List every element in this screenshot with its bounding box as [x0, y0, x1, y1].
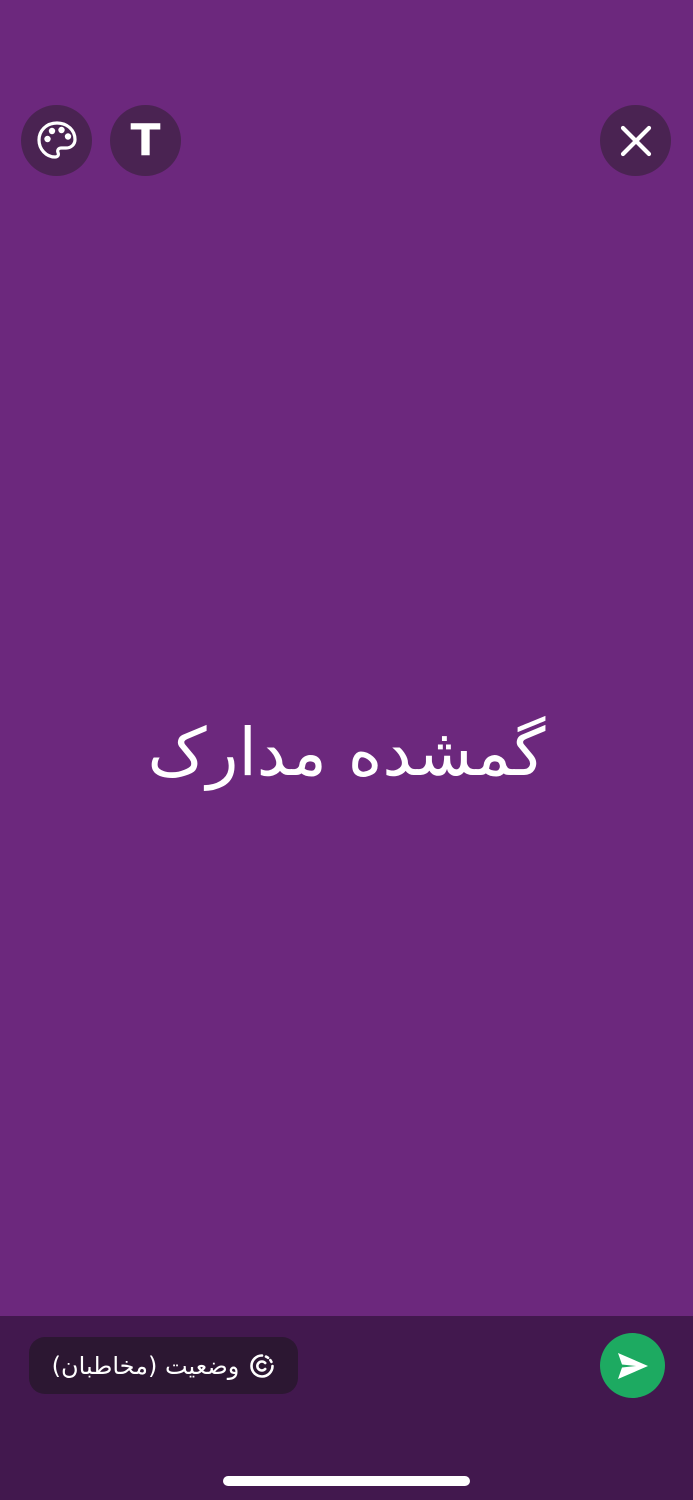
- send-icon: [616, 1351, 650, 1381]
- status-text[interactable]: گمشده مدارک: [0, 705, 693, 801]
- status-ring-icon: [249, 1353, 275, 1379]
- home-indicator[interactable]: [223, 1476, 470, 1486]
- palette-icon: [35, 119, 79, 163]
- text-style-label: T: [130, 114, 161, 166]
- close-icon: [619, 124, 653, 158]
- status-canvas[interactable]: [0, 0, 693, 1316]
- close-button[interactable]: [600, 105, 671, 176]
- send-button[interactable]: [600, 1333, 665, 1398]
- status-audience-label: وضعیت (مخاطبان): [51, 1351, 240, 1380]
- status-audience-button[interactable]: وضعیت (مخاطبان): [29, 1337, 298, 1394]
- color-palette-button[interactable]: [21, 105, 92, 176]
- text-style-button[interactable]: T: [110, 105, 181, 176]
